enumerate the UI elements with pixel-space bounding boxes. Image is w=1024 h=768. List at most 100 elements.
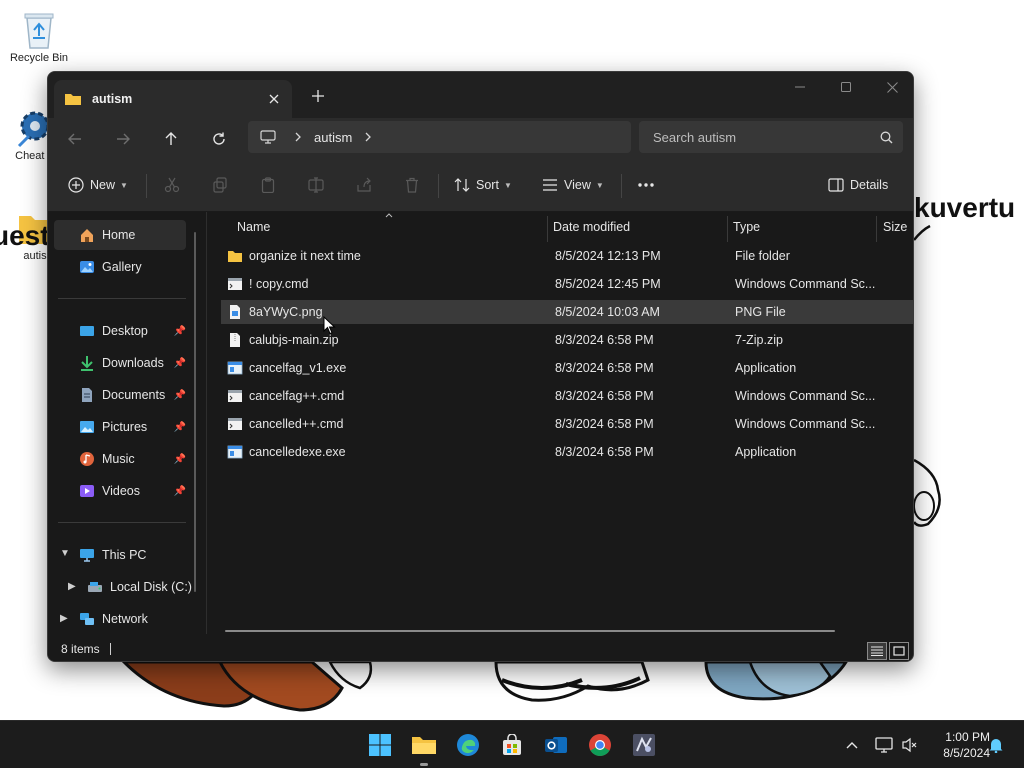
large-icons-view-toggle[interactable] — [889, 642, 909, 660]
details-pane-button[interactable]: Details — [828, 170, 888, 200]
sort-ascending-icon — [385, 213, 393, 218]
pin-icon: 📌 — [173, 485, 186, 497]
file-type-cell: 7-Zip.zip — [735, 333, 783, 347]
file-row[interactable]: cancelfag_v1.exe 8/3/2024 6:58 PM Applicat… — [221, 356, 913, 380]
share-button[interactable] — [356, 170, 372, 200]
file-name-cell: cancelfag++.cmd — [227, 384, 537, 408]
start-button[interactable] — [364, 729, 396, 761]
file-name-cell: organize it next time — [227, 244, 537, 268]
chevron-right-icon[interactable]: ▶ — [68, 581, 76, 592]
file-list: Name Date modified Type Size organize it… — [206, 212, 913, 634]
sidebar-item-gallery[interactable]: Gallery — [54, 252, 186, 282]
folder-icon — [412, 737, 436, 754]
close-window-button[interactable] — [869, 72, 913, 102]
file-type-cell: Windows Command Sc... — [735, 277, 875, 291]
close-tab-button[interactable] — [262, 87, 286, 111]
network-status-button[interactable] — [872, 721, 896, 768]
up-button[interactable] — [156, 124, 186, 154]
file-row[interactable]: ! copy.cmd 8/5/2024 12:45 PM Windows Comma… — [221, 272, 913, 296]
plus-icon — [312, 90, 324, 102]
sidebar-item-label: Music — [102, 452, 135, 466]
new-tab-button[interactable] — [306, 84, 330, 108]
details-view-toggle[interactable] — [867, 642, 887, 660]
sidebar-item-home[interactable]: Home — [54, 220, 186, 250]
file-type-cell: PNG File — [735, 305, 786, 319]
sort-button[interactable]: Sort ▼ — [454, 170, 512, 200]
sidebar-item-local-disk[interactable]: ▶ Local Disk (C:) — [54, 572, 194, 602]
show-hidden-icons-button[interactable] — [840, 721, 864, 768]
store-taskbar-button[interactable] — [496, 729, 528, 761]
file-row[interactable]: cancelledexe.exe 8/3/2024 6:58 PM Applicat… — [221, 440, 913, 464]
column-divider[interactable] — [876, 216, 877, 242]
chevron-right-icon[interactable] — [294, 132, 302, 142]
game-taskbar-button[interactable] — [628, 729, 660, 761]
view-button[interactable]: View ▼ — [542, 170, 604, 200]
see-more-button[interactable] — [637, 170, 655, 200]
item-count: 8 items — [61, 641, 100, 656]
rename-button[interactable] — [308, 170, 324, 200]
desktop-icon — [78, 322, 96, 340]
details-pane-icon — [828, 178, 844, 192]
notifications-button[interactable] — [984, 721, 1008, 768]
sort-button-label: Sort — [476, 178, 499, 192]
bell-icon — [989, 739, 1003, 753]
sidebar-item-music[interactable]: Music 📌 — [54, 444, 186, 474]
status-divider — [109, 642, 111, 655]
chevron-right-icon[interactable] — [364, 132, 372, 142]
store-bag-icon — [503, 734, 521, 755]
file-type-cell: File folder — [735, 249, 790, 263]
back-button[interactable] — [60, 124, 90, 154]
horizontal-scrollbar[interactable] — [225, 630, 835, 632]
pin-icon: 📌 — [173, 389, 186, 401]
column-header-label: Size — [883, 220, 908, 234]
cut-button[interactable] — [164, 170, 180, 200]
file-explorer-taskbar-button[interactable] — [408, 729, 440, 766]
sidebar-item-label: Network — [102, 612, 148, 626]
column-header-type[interactable]: Type — [733, 212, 873, 242]
address-row: autism Search autism — [48, 118, 913, 160]
minimize-button[interactable] — [777, 72, 823, 102]
chrome-taskbar-button[interactable] — [584, 729, 616, 761]
cmd-file-icon — [227, 276, 243, 292]
sidebar-item-videos[interactable]: Videos 📌 — [54, 476, 186, 506]
tab-autism[interactable]: autism — [54, 80, 292, 118]
forward-button[interactable] — [108, 124, 138, 154]
new-button[interactable]: New ▼ — [68, 170, 128, 200]
computer-icon — [78, 546, 96, 564]
chevron-right-icon[interactable]: ▶ — [60, 613, 68, 624]
column-header-date-modified[interactable]: Date modified — [553, 212, 723, 242]
sidebar-item-desktop[interactable]: Desktop 📌 — [54, 316, 186, 346]
copy-button[interactable] — [212, 170, 228, 200]
sidebar-item-pictures[interactable]: Pictures 📌 — [54, 412, 186, 442]
address-bar[interactable]: autism — [248, 121, 631, 153]
sidebar-item-this-pc[interactable]: This PC — [54, 540, 186, 570]
sidebar-divider — [58, 522, 186, 523]
delete-button[interactable] — [404, 170, 420, 200]
taskbar-clock[interactable]: 1:00 PM 8/5/2024 — [922, 729, 990, 761]
refresh-icon — [213, 132, 225, 145]
sidebar-item-downloads[interactable]: Downloads 📌 — [54, 348, 186, 378]
column-header-size[interactable]: Size — [883, 212, 913, 242]
more-icon — [638, 183, 654, 187]
sidebar-item-network[interactable]: ▶ Network — [54, 604, 186, 634]
volume-button[interactable] — [898, 721, 922, 768]
file-row[interactable]: cancelled++.cmd 8/3/2024 6:58 PM Windows C… — [221, 412, 913, 436]
file-name: cancelfag++.cmd — [249, 389, 345, 403]
column-divider[interactable] — [547, 216, 548, 242]
search-input[interactable]: Search autism — [639, 121, 903, 153]
breadcrumb-autism[interactable]: autism — [314, 130, 352, 145]
edge-taskbar-button[interactable] — [452, 729, 484, 761]
maximize-button[interactable] — [823, 72, 869, 102]
file-name: 8aYWyC.png — [249, 305, 323, 319]
file-row[interactable]: organize it next time 8/5/2024 12:13 PM Fi… — [221, 244, 913, 268]
column-header-label: Type — [733, 220, 761, 234]
sidebar-item-documents[interactable]: Documents 📌 — [54, 380, 186, 410]
column-divider[interactable] — [727, 216, 728, 242]
outlook-taskbar-button[interactable] — [540, 729, 572, 761]
refresh-button[interactable] — [204, 124, 234, 154]
file-row[interactable]: cancelfag++.cmd 8/3/2024 6:58 PM Windows C… — [221, 384, 913, 408]
chevron-down-icon: ▼ — [120, 180, 128, 190]
paste-button[interactable] — [260, 170, 276, 200]
sidebar-scrollbar[interactable] — [194, 232, 196, 592]
file-date-cell: 8/5/2024 12:13 PM — [555, 249, 661, 263]
